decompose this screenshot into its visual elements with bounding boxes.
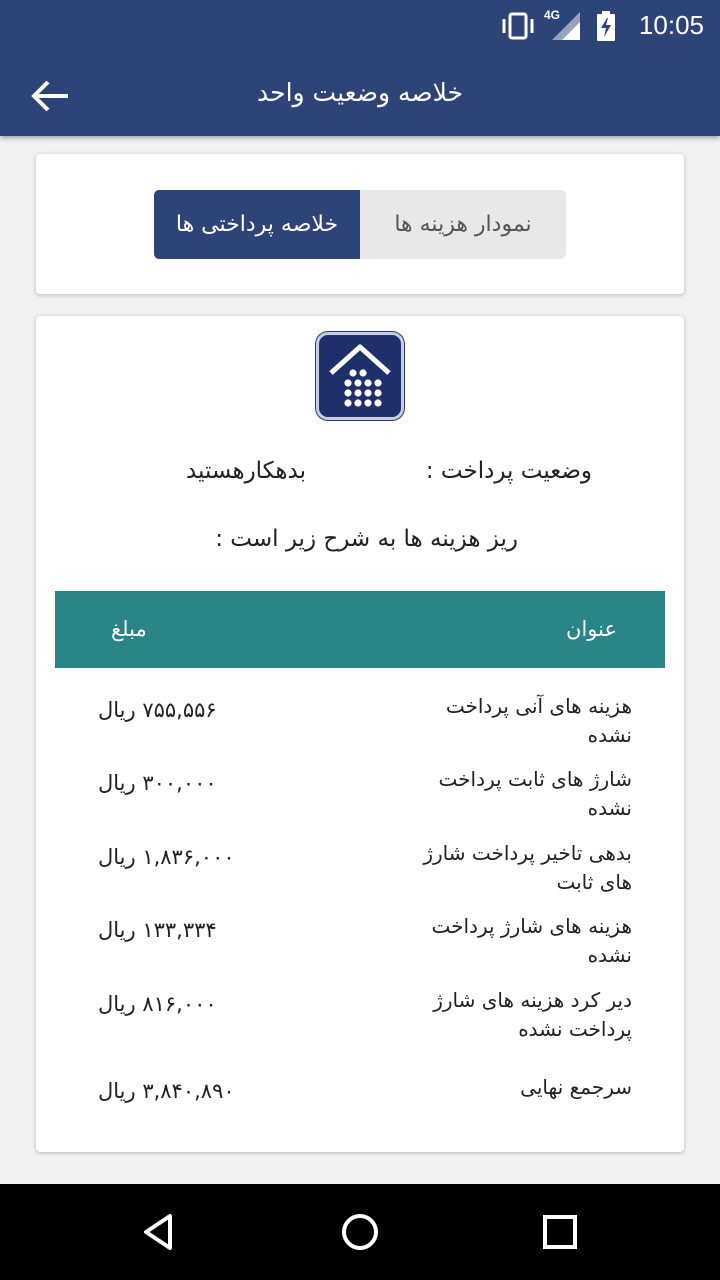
- table-row: هزینه های آنی پرداخت نشده ۷۵۵,۵۵۶ ریال: [36, 692, 684, 756]
- row-amount: ۱۳۳,۳۳۴ ریال: [98, 918, 217, 942]
- column-header-amount: مبلغ: [111, 617, 147, 641]
- payment-status-label: وضعیت پرداخت :: [425, 458, 592, 484]
- nav-back-button[interactable]: [130, 1204, 190, 1260]
- recents-square-icon: [543, 1215, 577, 1249]
- app-bar: خلاصه وضعیت واحد: [0, 52, 720, 136]
- building-keypad-icon: [316, 332, 404, 420]
- battery-charging-icon: [596, 11, 616, 41]
- column-header-title: عنوان: [566, 617, 617, 641]
- row-amount: ۳,۸۴۰,۸۹۰ ریال: [98, 1079, 235, 1103]
- row-amount: ۱,۸۳۶,۰۰۰ ریال: [98, 845, 235, 869]
- tabs-card: خلاصه پرداختی ها نمودار هزینه ها: [36, 154, 684, 294]
- status-icons: 4G: [500, 8, 616, 42]
- tab-payment-summary[interactable]: خلاصه پرداختی ها: [154, 190, 360, 259]
- table-row: دیر کرد هزینه های شارژ پرداخت نشده ۸۱۶,۰…: [36, 986, 684, 1050]
- summary-card: وضعیت پرداخت : بدهکارهستید ریز هزینه ها …: [36, 316, 684, 1152]
- status-time: 10:05: [638, 10, 704, 40]
- network-type-label: 4G: [544, 8, 561, 22]
- nav-recents-button[interactable]: [530, 1204, 590, 1260]
- row-title: دیر کرد هزینه های شارژ پرداخت نشده: [433, 988, 632, 1041]
- table-row: شارژ های ثابت پرداخت نشده ۳۰۰,۰۰۰ ریال: [36, 765, 684, 829]
- table-row-total: سرجمع نهایی ۳,۸۴۰,۸۹۰ ریال: [36, 1073, 684, 1137]
- segmented-tabs: خلاصه پرداختی ها نمودار هزینه ها: [154, 190, 566, 259]
- page-title: خلاصه وضعیت واحد: [257, 78, 463, 107]
- row-title: شارژ های ثابت پرداخت نشده: [438, 767, 632, 820]
- status-bar: 4G 10:05: [0, 0, 720, 52]
- tab-expense-chart[interactable]: نمودار هزینه ها: [360, 190, 566, 259]
- row-amount: ۸۱۶,۰۰۰ ریال: [98, 992, 217, 1016]
- payment-status: وضعیت پرداخت : بدهکارهستید: [36, 458, 684, 494]
- breakdown-subtitle: ریز هزینه ها به شرح زیر است :: [215, 526, 518, 552]
- row-title: بدهی تاخیر پرداخت شارژ های ثابت: [423, 841, 632, 894]
- row-title: هزینه های شارژ پرداخت نشده: [431, 914, 632, 967]
- navigation-bar: [0, 1184, 720, 1280]
- vibrate-icon: [500, 12, 536, 40]
- table-header: عنوان مبلغ: [55, 591, 665, 668]
- row-title: هزینه های آنی پرداخت نشده: [445, 694, 632, 747]
- signal-icon: 4G: [544, 8, 584, 42]
- row-amount: ۷۵۵,۵۵۶ ریال: [98, 698, 217, 722]
- payment-status-value: بدهکارهستید: [185, 458, 306, 484]
- nav-home-button[interactable]: [330, 1204, 390, 1260]
- table-row: بدهی تاخیر پرداخت شارژ های ثابت ۱,۸۳۶,۰۰…: [36, 839, 684, 903]
- row-amount: ۳۰۰,۰۰۰ ریال: [98, 771, 217, 795]
- back-triangle-icon: [144, 1214, 172, 1250]
- home-circle-icon: [342, 1214, 378, 1250]
- table-row: هزینه های شارژ پرداخت نشده ۱۳۳,۳۳۴ ریال: [36, 912, 684, 976]
- row-title: سرجمع نهایی: [520, 1075, 632, 1099]
